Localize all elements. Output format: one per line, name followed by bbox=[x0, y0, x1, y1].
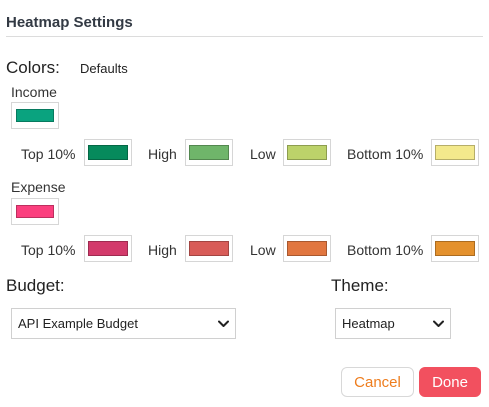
income-top-color-picker[interactable] bbox=[84, 139, 132, 166]
income-color-picker[interactable] bbox=[11, 102, 59, 129]
expense-bottom-color-picker[interactable] bbox=[431, 235, 479, 262]
expense-label: Expense bbox=[11, 179, 66, 195]
cancel-button[interactable]: Cancel bbox=[341, 367, 414, 397]
expense-tier-label-top: Top 10% bbox=[21, 242, 76, 258]
expense-low-color-swatch bbox=[287, 241, 327, 256]
budget-selected-value: API Example Budget bbox=[18, 316, 138, 331]
expense-high-color-picker[interactable] bbox=[185, 235, 233, 262]
theme-label: Theme: bbox=[331, 276, 389, 295]
budget-select[interactable]: API Example Budget bbox=[11, 308, 236, 339]
income-bottom-color-swatch bbox=[435, 145, 475, 160]
expense-low-color-picker[interactable] bbox=[283, 235, 331, 262]
expense-top-color-swatch bbox=[88, 241, 128, 256]
income-top-color-swatch bbox=[88, 145, 128, 160]
income-high-color-picker[interactable] bbox=[185, 139, 233, 166]
expense-bottom-color-swatch bbox=[435, 241, 475, 256]
colors-label: Colors: bbox=[6, 58, 60, 77]
done-button[interactable]: Done bbox=[419, 367, 481, 397]
theme-select[interactable]: Heatmap bbox=[335, 308, 451, 339]
dialog-title: Heatmap Settings bbox=[6, 14, 133, 31]
chevron-down-icon bbox=[217, 318, 229, 330]
income-color-swatch bbox=[16, 109, 54, 122]
theme-selected-value: Heatmap bbox=[342, 316, 395, 331]
defaults-link[interactable]: Defaults bbox=[80, 61, 128, 76]
budget-label: Budget: bbox=[6, 276, 65, 295]
chevron-down-icon bbox=[432, 318, 444, 330]
income-tier-label-high: High bbox=[148, 146, 177, 162]
income-tier-label-top: Top 10% bbox=[21, 146, 76, 162]
income-bottom-color-picker[interactable] bbox=[431, 139, 479, 166]
expense-color-picker[interactable] bbox=[11, 198, 59, 225]
income-label: Income bbox=[11, 84, 57, 100]
income-tier-label-low: Low bbox=[250, 146, 276, 162]
title-divider bbox=[6, 36, 483, 37]
income-low-color-swatch bbox=[287, 145, 327, 160]
expense-tier-label-bottom: Bottom 10% bbox=[347, 242, 424, 258]
expense-high-color-swatch bbox=[189, 241, 229, 256]
income-low-color-picker[interactable] bbox=[283, 139, 331, 166]
expense-tier-label-high: High bbox=[148, 242, 177, 258]
income-high-color-swatch bbox=[189, 145, 229, 160]
income-tier-label-bottom: Bottom 10% bbox=[347, 146, 424, 162]
expense-top-color-picker[interactable] bbox=[84, 235, 132, 262]
expense-color-swatch bbox=[16, 205, 54, 218]
expense-tier-label-low: Low bbox=[250, 242, 276, 258]
